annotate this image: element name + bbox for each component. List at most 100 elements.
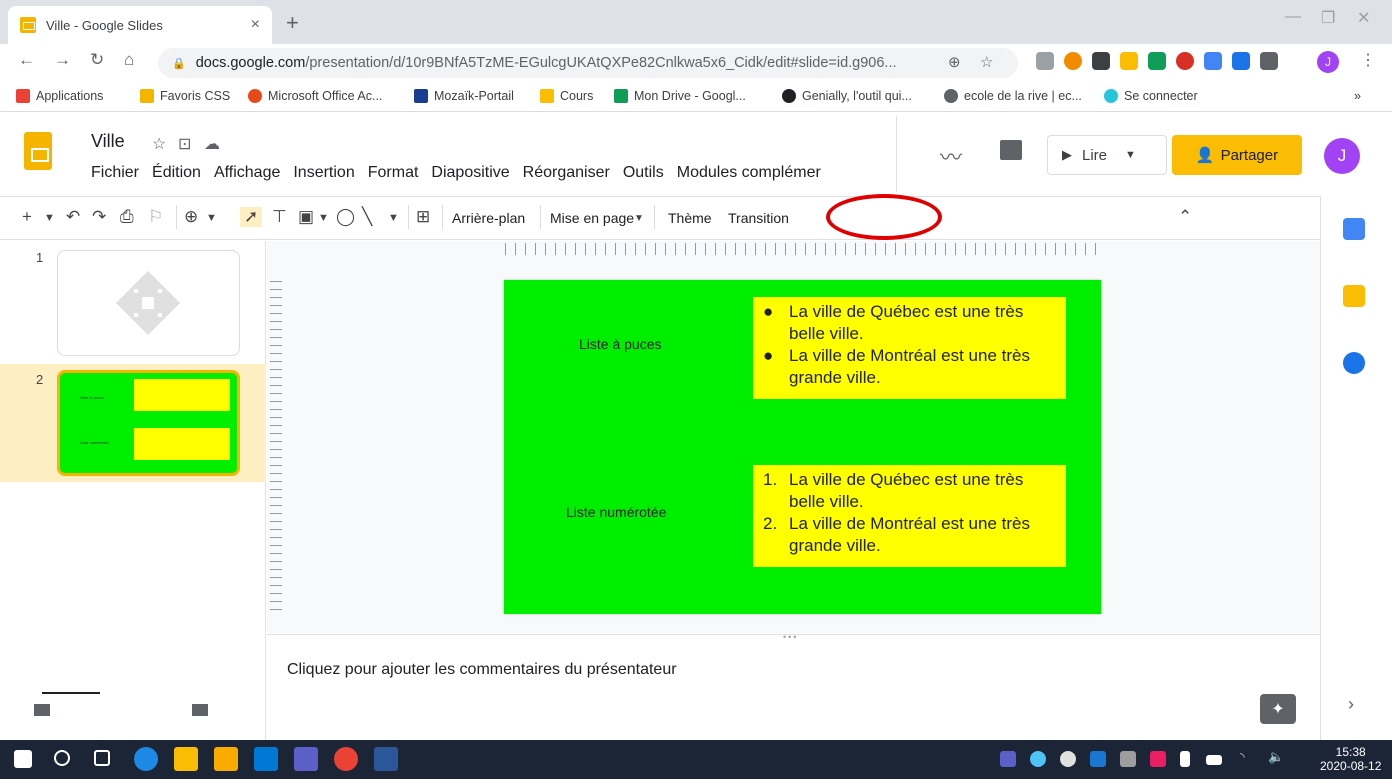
bookmark-item[interactable]: Cours <box>540 89 593 103</box>
extension-icon[interactable] <box>1120 52 1138 70</box>
star-icon[interactable]: ☆ <box>152 134 166 154</box>
present-dropdown-icon[interactable]: ▼ <box>1125 149 1136 161</box>
menu-fichier[interactable]: Fichier <box>91 164 139 182</box>
menu-diapositive[interactable]: Diapositive <box>431 164 509 182</box>
undo-icon[interactable]: ↶ <box>66 207 80 227</box>
line-dropdown-icon[interactable]: ▼ <box>388 212 399 224</box>
keep-icon[interactable] <box>1343 285 1365 307</box>
translate-icon[interactable] <box>1204 52 1222 70</box>
doc-title[interactable]: Ville <box>91 131 125 152</box>
redo-icon[interactable]: ↷ <box>92 207 106 227</box>
task-view-icon[interactable] <box>94 750 110 766</box>
menu-reorganiser[interactable]: Réorganiser <box>523 164 610 182</box>
activity-trend-icon[interactable]: 〰 <box>940 140 962 172</box>
slide-label-bullets[interactable]: Liste à puces <box>579 336 662 352</box>
tray-app-icon[interactable] <box>1090 751 1106 767</box>
bookmark-item[interactable]: Mozaïk-Portail <box>414 89 514 103</box>
profile-avatar[interactable]: J <box>1317 51 1339 73</box>
bookmark-item[interactable]: ecole de la rive | ec... <box>944 89 1082 103</box>
zoom-dropdown-icon[interactable]: ▼ <box>206 212 217 224</box>
zoom-icon[interactable]: ⊕ <box>184 207 198 227</box>
transition-button[interactable]: Transition <box>728 210 789 226</box>
line-icon[interactable]: ╲ <box>362 207 372 227</box>
extension-icon[interactable] <box>1064 52 1082 70</box>
outlook-icon[interactable] <box>254 747 278 771</box>
add-comment-icon[interactable]: ⊞ <box>416 207 430 227</box>
chrome-icon[interactable] <box>334 747 358 771</box>
new-tab-button[interactable]: + <box>286 10 299 36</box>
bookmark-item[interactable]: Genially, l'outil qui... <box>782 89 912 103</box>
edge-icon[interactable] <box>134 747 158 771</box>
bookmark-item[interactable]: Se connecter <box>1104 89 1198 103</box>
file-explorer-icon[interactable] <box>214 747 238 771</box>
microphone-icon[interactable] <box>1180 751 1190 767</box>
sticky-notes-icon[interactable] <box>174 747 198 771</box>
paint-format-icon[interactable]: ⚐ <box>148 207 163 227</box>
slide-label-numbered[interactable]: Liste numérotée <box>566 504 666 520</box>
tray-teams-icon[interactable] <box>1000 751 1016 767</box>
tray-app-icon[interactable] <box>1060 751 1076 767</box>
restore-icon[interactable]: ❐ <box>1321 8 1335 28</box>
home-icon[interactable]: ⌂ <box>124 50 134 70</box>
adblock-icon[interactable] <box>1176 52 1194 70</box>
layout-button[interactable]: Mise en page <box>550 210 634 226</box>
notes-resize-handle[interactable]: ••• <box>783 632 798 642</box>
speaker-notes-placeholder[interactable]: Cliquez pour ajouter les commentaires du… <box>287 661 677 679</box>
word-icon[interactable] <box>374 747 398 771</box>
move-folder-icon[interactable]: ⊡ <box>178 134 191 154</box>
filmstrip-view-icon[interactable] <box>34 704 50 716</box>
url-field[interactable]: 🔒 docs.google.com /presentation/d/10r9BN… <box>158 48 1018 78</box>
background-button[interactable]: Arrière-plan <box>452 210 525 226</box>
user-avatar[interactable]: J <box>1324 138 1360 174</box>
speaker-notes-panel[interactable] <box>267 634 1320 740</box>
new-slide-icon[interactable]: + <box>22 207 32 227</box>
cast-icon[interactable] <box>1232 52 1250 70</box>
zoom-icon[interactable]: ⊕ <box>948 53 961 71</box>
text-box-icon[interactable]: ⊤ <box>272 207 287 227</box>
slide-thumbnail-2[interactable]: Liste à puces Liste numérotée <box>57 370 240 476</box>
menu-outils[interactable]: Outils <box>623 164 664 182</box>
numbered-list-box[interactable]: 1. La ville de Québec est une très belle … <box>753 465 1066 567</box>
tasks-icon[interactable] <box>1343 352 1365 374</box>
bullet-list-box[interactable]: ● La ville de Québec est une très belle v… <box>753 297 1066 399</box>
menu-format[interactable]: Format <box>368 164 419 182</box>
menu-affichage[interactable]: Affichage <box>214 164 280 182</box>
bookmark-item[interactable]: Microsoft Office Ac... <box>248 89 382 103</box>
extensions-puzzle-icon[interactable] <box>1260 52 1278 70</box>
back-icon[interactable]: ← <box>18 50 35 70</box>
extension-icon[interactable] <box>1092 52 1110 70</box>
slide-thumbnail-1[interactable] <box>57 250 240 356</box>
theme-button[interactable]: Thème <box>668 210 712 226</box>
tray-app-icon[interactable] <box>1150 751 1166 767</box>
onedrive-icon[interactable] <box>1030 751 1046 767</box>
shape-icon[interactable]: ◯ <box>336 207 355 227</box>
extension-icon[interactable] <box>1036 52 1054 70</box>
explore-button[interactable]: ✦ <box>1260 694 1296 724</box>
bookmark-item[interactable]: Applications <box>16 89 103 103</box>
new-slide-dropdown-icon[interactable]: ▼ <box>44 212 55 224</box>
expand-panel-icon[interactable]: › <box>1348 694 1354 715</box>
comments-icon[interactable] <box>1000 140 1022 160</box>
windows-start-icon[interactable] <box>14 750 32 768</box>
present-button[interactable]: ▶ Lire ▼ <box>1047 135 1167 175</box>
taskbar-clock[interactable]: 15:38 2020-08-12 <box>1320 745 1381 773</box>
menu-insertion[interactable]: Insertion <box>293 164 354 182</box>
battery-icon[interactable] <box>1206 755 1222 765</box>
image-dropdown-icon[interactable]: ▼ <box>318 212 329 224</box>
minimize-icon[interactable]: — <box>1285 8 1301 26</box>
layout-dropdown-icon[interactable]: ▼ <box>634 213 644 224</box>
tab-close-icon[interactable]: × <box>251 16 260 34</box>
menu-edition[interactable]: Édition <box>152 164 201 182</box>
menu-modules[interactable]: Modules complémer <box>677 164 821 182</box>
calendar-icon[interactable] <box>1343 218 1365 240</box>
grid-view-icon[interactable] <box>192 704 208 716</box>
share-button[interactable]: 👤 Partager <box>1172 135 1302 175</box>
forward-icon[interactable]: → <box>54 50 71 70</box>
bookmark-star-icon[interactable]: ☆ <box>980 53 993 71</box>
select-cursor-icon[interactable]: ➚ <box>240 207 263 227</box>
browser-tab[interactable]: Ville - Google Slides × <box>8 6 272 44</box>
slides-logo-icon[interactable] <box>24 132 52 170</box>
teams-icon[interactable] <box>294 747 318 771</box>
bookmark-item[interactable]: Mon Drive - Googl... <box>614 89 746 103</box>
browser-menu-icon[interactable]: ⋮ <box>1360 50 1376 70</box>
